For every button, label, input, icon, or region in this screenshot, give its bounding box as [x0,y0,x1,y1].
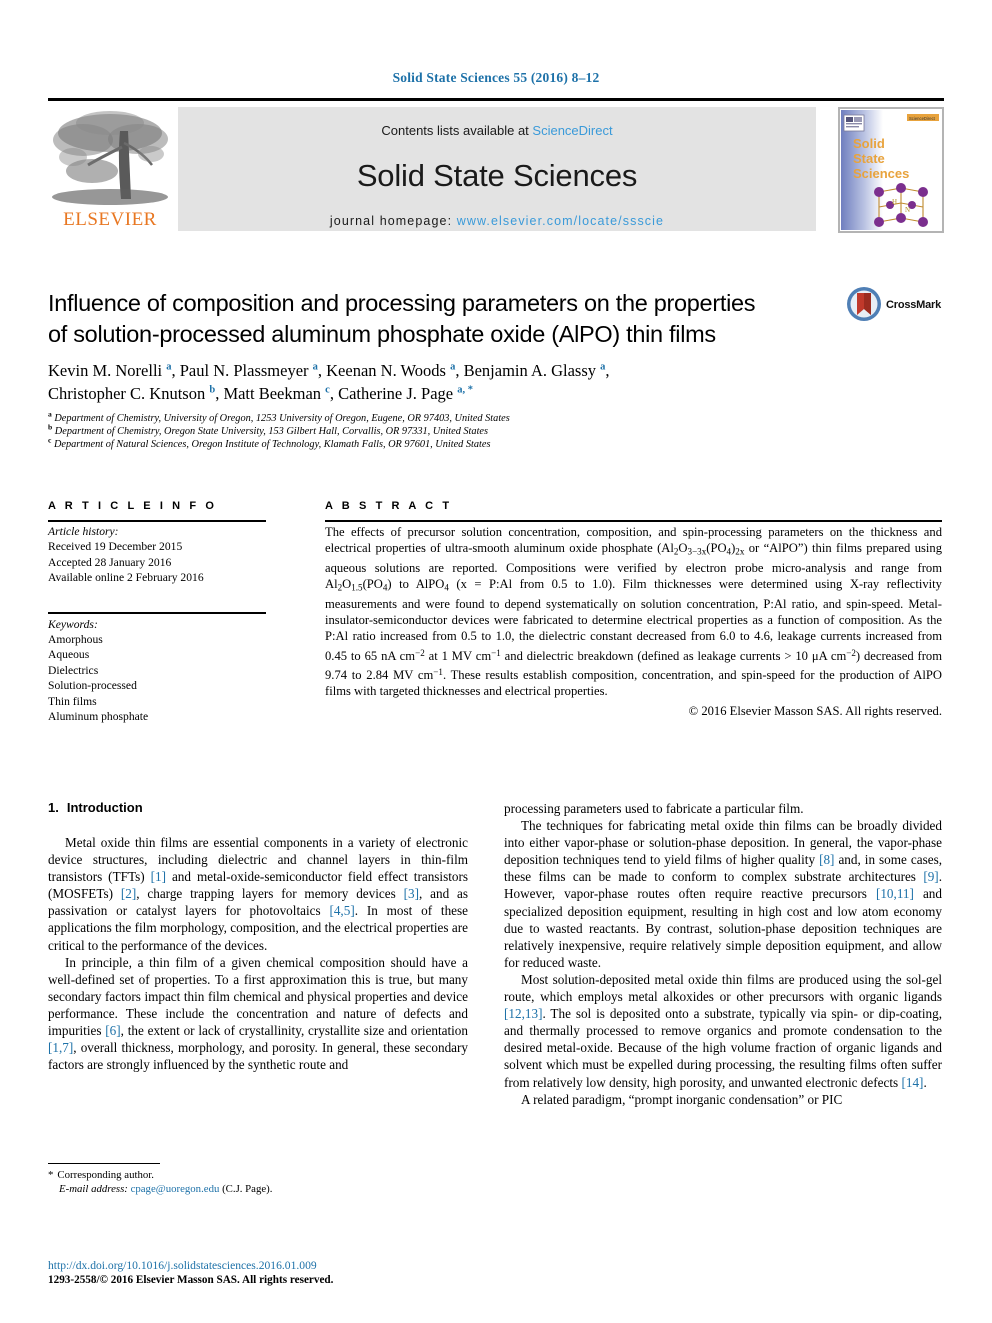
email-line: E-mail address: cpage@uoregon.edu (C.J. … [48,1182,468,1196]
keyword-item: Amorphous [48,633,103,647]
keyword-item: Solution-processed [48,679,137,693]
svg-text:H: H [892,198,897,206]
paragraph: The techniques for fabricating metal oxi… [504,818,942,970]
keywords-label: Keywords: [48,617,98,631]
paper-title-line-2: of solution-processed aluminum phosphate… [48,321,716,347]
section-title: Introduction [66,800,143,815]
article-history-label: Article history: [48,525,119,538]
banner-center-panel: Contents lists available at ScienceDirec… [178,107,816,231]
elsevier-tree-icon [52,111,168,205]
paragraph: A related paradigm, “prompt inorganic co… [521,1091,843,1107]
paragraph: Metal oxide thin films are essential com… [48,835,469,953]
keyword-item: Dielectrics [48,663,99,677]
crossmark-icon[interactable] [846,286,882,322]
affiliation-c: c Department of Natural Sciences, Oregon… [48,435,491,451]
abstract-heading: A B S T R A C T [325,500,453,512]
asterisk-icon: * [48,1169,54,1181]
article-history-group: Article history: Received 19 December 20… [48,524,266,586]
affiliation-a: a Department of Chemistry, University of… [48,409,510,424]
crossmark-badge-group[interactable]: CrossMark [846,286,942,334]
crossmark-label: CrossMark [886,299,942,311]
paragraph: In principle, a thin film of a given che… [48,954,468,1073]
body-column-left: 1. Introduction Metal oxide thin films ar… [48,800,468,1073]
contents-prefix: Contents lists available at [381,123,533,138]
history-received: Received 19 December 2015 [48,540,183,554]
corresponding-author-line: * Corresponding author. [48,1168,468,1182]
section-number: 1. [48,800,59,815]
section-heading-introduction: 1. Introduction [48,800,468,815]
keyword-item: Thin films [48,694,97,708]
homepage-link[interactable]: www.elsevier.com/locate/ssscie [457,214,664,228]
journal-banner: ELSEVIER Contents lists available at Sci… [48,98,944,234]
history-accepted: Accepted 28 January 2016 [48,555,172,569]
elsevier-logo: ELSEVIER [48,107,172,231]
paragraph: processing parameters used to fabricate … [504,801,804,816]
doi-link[interactable]: http://dx.doi.org/10.1016/j.solidstatesc… [48,1258,568,1273]
svg-text:Sciences: Sciences [853,166,909,181]
sciencedirect-link[interactable]: ScienceDirect [532,123,612,138]
journal-cover-art: ScienceDirect Solid State Sciences H N [839,108,943,232]
banner-top-rule [48,98,944,101]
footer-block: http://dx.doi.org/10.1016/j.solidstatesc… [48,1258,568,1288]
paragraph: Most solution-deposited metal oxide thin… [504,971,942,1090]
affiliation-b: b Department of Chemistry, Oregon State … [48,422,489,438]
author-line-2: Christopher C. Knutson b, Matt Beekman c… [48,384,473,403]
contents-available-line: Contents lists available at ScienceDirec… [178,123,816,138]
svg-text:N: N [905,206,910,214]
email-label: E-mail address: [59,1183,128,1196]
affiliation-list: a Department of Chemistry, University of… [48,409,848,452]
running-head: Solid State Sciences 55 (2016) 8–12 [392,70,600,85]
homepage-prefix: journal homepage: [329,214,457,228]
abstract-copyright: © 2016 Elsevier Masson SAS. All rights r… [688,703,942,718]
author-list: Kevin M. Norelli a, Paul N. Plassmeyer a… [48,359,848,405]
paper-page: Solid State Sciences 55 (2016) 8–12 ELSE… [0,0,992,1323]
article-info-heading: A R T I C L E I N F O [48,500,217,512]
svg-text:Solid: Solid [853,136,885,151]
corresponding-author-text: Corresponding author. [57,1169,154,1181]
email-suffix: (C.J. Page). [222,1183,273,1196]
article-info-rule [48,520,266,522]
issn-copyright-line: 1293-2558/© 2016 Elsevier Masson SAS. Al… [48,1274,334,1286]
paper-title-line-1: Influence of composition and processing … [48,290,756,316]
history-online: Available online 2 February 2016 [48,571,204,585]
journal-homepage-line: journal homepage: www.elsevier.com/locat… [178,214,816,228]
journal-cover-thumbnail: ScienceDirect Solid State Sciences H N [838,107,944,233]
keyword-item: Aqueous [48,648,90,662]
abstract-text: The effects of precursor solution concen… [325,525,943,699]
body-column-right: processing parameters used to fabricate … [504,800,942,1108]
svg-text:State: State [853,151,885,166]
svg-text:ScienceDirect: ScienceDirect [909,116,936,121]
article-info-block: Article history: Received 19 December 20… [48,524,266,724]
author-line-1: Kevin M. Norelli a, Paul N. Plassmeyer a… [48,361,610,380]
paper-title: Influence of composition and processing … [48,288,838,350]
journal-title: Solid State Sciences [356,158,638,193]
keyword-item: Aluminum phosphate [48,710,149,724]
abstract-block: The effects of precursor solution concen… [325,524,942,719]
elsevier-wordmark: ELSEVIER [63,209,157,230]
abstract-rule [325,520,942,522]
email-link[interactable]: cpage@uoregon.edu [131,1183,220,1195]
footnote-rule [48,1163,160,1164]
keywords-group: Keywords: Amorphous Aqueous Dielectrics … [48,617,266,725]
footnote-block: * Corresponding author. E-mail address: c… [48,1168,468,1196]
